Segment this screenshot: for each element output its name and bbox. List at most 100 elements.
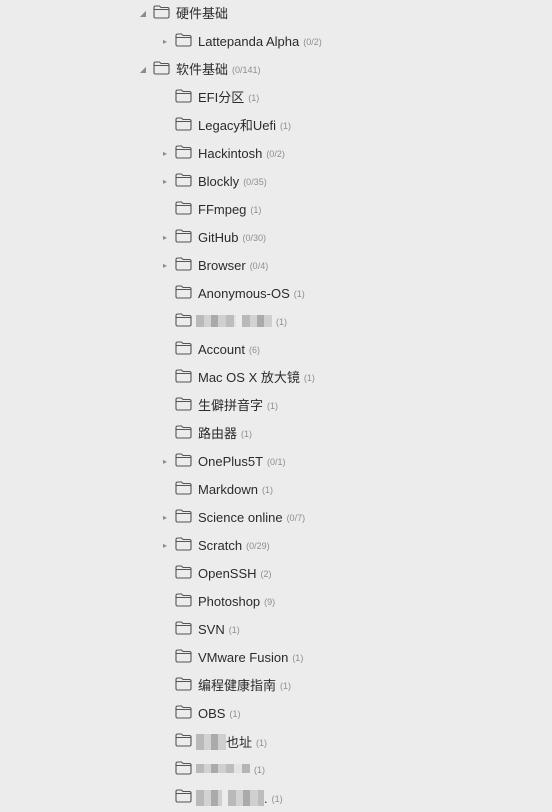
disclosure-collapsed-icon[interactable]: ▸	[160, 233, 170, 243]
tree-row[interactable]: (1)	[0, 308, 552, 336]
tree-row-label: OnePlus5T (0/1)	[198, 454, 286, 469]
item-count: (1)	[280, 121, 292, 131]
tree-row-label: Markdown (1)	[198, 482, 273, 497]
folder-icon	[175, 397, 192, 411]
tree-row[interactable]: Photoshop (9)	[0, 588, 552, 616]
tree-row-label: FFmpeg (1)	[198, 202, 262, 217]
folder-icon	[153, 61, 170, 75]
item-count: (0/4)	[249, 261, 269, 271]
item-count: (1)	[293, 289, 305, 299]
item-count: (0/35)	[243, 177, 267, 187]
tree-row[interactable]: ▸ GitHub (0/30)	[0, 224, 552, 252]
tree-row[interactable]: 生僻拼音字 (1)	[0, 392, 552, 420]
folder-icon	[175, 313, 192, 327]
item-count: (0/2)	[303, 37, 322, 47]
tree-row[interactable]: Mac OS X 放大镜 (1)	[0, 364, 552, 392]
item-count: (0/141)	[232, 65, 261, 75]
tree-row[interactable]: ▸ OnePlus5T (0/1)	[0, 448, 552, 476]
disclosure-collapsed-icon[interactable]: ▸	[160, 37, 170, 47]
folder-icon	[175, 565, 192, 579]
folder-icon	[175, 117, 192, 131]
tree-row[interactable]: OBS (1)	[0, 700, 552, 728]
item-count: (1)	[254, 765, 265, 775]
item-count: (0/2)	[266, 149, 285, 159]
tree-row-label: 编程健康指南 (1)	[198, 678, 292, 693]
redacted-name	[196, 764, 250, 773]
tree-row[interactable]: Anonymous-OS (1)	[0, 280, 552, 308]
folder-icon	[175, 33, 192, 47]
disclosure-collapsed-icon[interactable]: ▸	[160, 457, 170, 467]
tree-row-label: 也址 (1)	[196, 734, 267, 751]
tree-row[interactable]: 路由器 (1)	[0, 420, 552, 448]
item-count: (0/7)	[286, 513, 306, 523]
redacted-name	[196, 790, 222, 806]
disclosure-collapsed-icon[interactable]: ▸	[160, 149, 170, 159]
item-count: (0/30)	[242, 233, 266, 243]
tree-row[interactable]: SVN (1)	[0, 616, 552, 644]
tree-row-label: SVN (1)	[198, 622, 240, 637]
tree-row[interactable]: 编程健康指南 (1)	[0, 672, 552, 700]
disclosure-collapsed-icon[interactable]: ▸	[160, 541, 170, 551]
folder-icon	[175, 537, 192, 551]
tree-row[interactable]: ▸ Scratch (0/29)	[0, 532, 552, 560]
tree-row[interactable]: 也址 (1)	[0, 728, 552, 756]
tree-row-label: Blockly (0/35)	[198, 174, 267, 189]
item-count: (1)	[241, 429, 253, 439]
tree-row-label: Browser (0/4)	[198, 258, 269, 273]
tree-row[interactable]: OpenSSH (2)	[0, 560, 552, 588]
tree-row-software[interactable]: ◢ 软件基础 (0/141)	[0, 56, 552, 84]
folder-icon	[175, 425, 192, 439]
item-count: (1)	[248, 93, 260, 103]
item-count: (1)	[228, 625, 240, 635]
tree-row-label: Science online (0/7)	[198, 510, 306, 525]
tree-row[interactable]: EFI分区 (1)	[0, 84, 552, 112]
item-count: (1)	[229, 709, 241, 719]
folder-icon	[175, 649, 192, 663]
disclosure-collapsed-icon[interactable]: ▸	[160, 513, 170, 523]
tree-row-label: . (1)	[196, 790, 283, 807]
tree-row[interactable]: (1)	[0, 756, 552, 784]
folder-icon	[175, 509, 192, 523]
folder-icon	[175, 257, 192, 271]
tree-row[interactable]: ▸ Browser (0/4)	[0, 252, 552, 280]
tree-row-label: VMware Fusion (1)	[198, 650, 304, 665]
tree-row-hardware[interactable]: ◢ 硬件基础	[0, 0, 552, 28]
folder-icon	[153, 5, 170, 19]
folder-icon	[175, 789, 192, 803]
tree-row[interactable]: ▸ Science online (0/7)	[0, 504, 552, 532]
redacted-name	[242, 315, 272, 327]
item-count: (1)	[280, 681, 292, 691]
folder-icon	[175, 733, 192, 747]
disclosure-expanded-icon[interactable]: ◢	[138, 65, 148, 75]
tree-row[interactable]: Legacy和Uefi (1)	[0, 112, 552, 140]
item-count: (1)	[250, 205, 262, 215]
tree-row[interactable]: FFmpeg (1)	[0, 196, 552, 224]
disclosure-collapsed-icon[interactable]: ▸	[160, 261, 170, 271]
redacted-name	[196, 734, 226, 750]
disclosure-expanded-icon[interactable]: ◢	[138, 9, 148, 19]
tree-row-label: GitHub (0/30)	[198, 230, 266, 245]
tree-row[interactable]: Account (6)	[0, 336, 552, 364]
tree-row-label: 生僻拼音字 (1)	[198, 398, 279, 413]
tree-row[interactable]: VMware Fusion (1)	[0, 644, 552, 672]
tree-row[interactable]: ▸ Hackintosh (0/2)	[0, 140, 552, 168]
item-count: (6)	[248, 345, 260, 355]
folder-icon	[175, 201, 192, 215]
item-count: (0/1)	[267, 457, 286, 467]
disclosure-collapsed-icon[interactable]: ▸	[160, 177, 170, 187]
item-count: (1)	[267, 401, 279, 411]
tree-row-label: Lattepanda Alpha (0/2)	[198, 34, 322, 49]
folder-tree: ◢ 硬件基础 ▸ Lattepanda Alpha (0/2) ◢ 软件基础 (0/…	[0, 0, 552, 808]
tree-row-label: 软件基础 (0/141)	[176, 62, 261, 77]
item-count: (0/29)	[246, 541, 270, 551]
folder-icon	[175, 341, 192, 355]
item-count: (1)	[303, 373, 315, 383]
tree-row[interactable]: Markdown (1)	[0, 476, 552, 504]
tree-row[interactable]: ▸ Blockly (0/35)	[0, 168, 552, 196]
folder-icon	[175, 89, 192, 103]
folder-icon	[175, 229, 192, 243]
folder-icon	[175, 145, 192, 159]
item-count: (1)	[292, 653, 304, 663]
tree-row[interactable]: ▸ Lattepanda Alpha (0/2)	[0, 28, 552, 56]
tree-row-label: (1)	[196, 314, 287, 330]
